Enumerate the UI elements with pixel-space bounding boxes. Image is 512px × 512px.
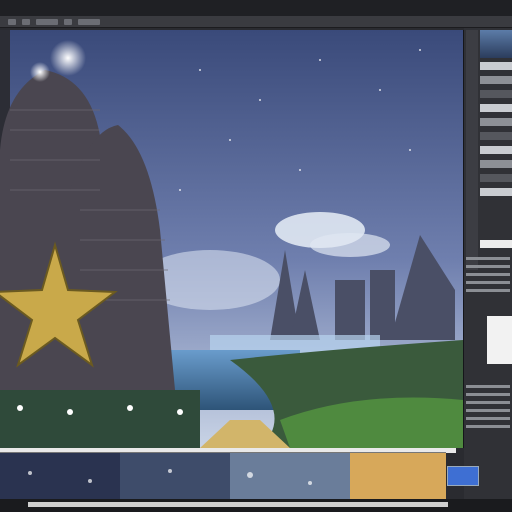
text-line — [466, 393, 510, 396]
apply-button[interactable] — [447, 466, 479, 486]
layer-list — [480, 62, 512, 242]
layer-row[interactable] — [480, 90, 512, 98]
layer-row[interactable] — [480, 104, 512, 112]
zoom-tool-icon[interactable] — [36, 18, 58, 25]
layers-icon[interactable] — [64, 18, 72, 25]
text-line — [466, 409, 510, 412]
properties-text-block — [466, 252, 510, 312]
status-bar — [0, 499, 512, 512]
image-canvas[interactable] — [0, 30, 464, 448]
text-line — [466, 265, 510, 268]
settings-icon[interactable] — [78, 18, 100, 25]
layer-row[interactable] — [480, 62, 512, 70]
text-line — [466, 385, 510, 388]
layer-row[interactable] — [480, 160, 512, 168]
text-line — [466, 417, 510, 420]
layer-row[interactable] — [480, 118, 512, 126]
filmstrip[interactable] — [0, 452, 446, 499]
fantasy-castle-artwork — [0, 30, 463, 448]
layer-row[interactable] — [480, 132, 512, 140]
panel-options — [466, 380, 510, 460]
text-line — [466, 273, 510, 276]
toolbar — [0, 16, 512, 28]
panel-divider — [480, 240, 512, 248]
menu-bar — [0, 0, 512, 16]
preview-box[interactable] — [487, 316, 512, 364]
panel-scroll-column[interactable] — [466, 30, 478, 270]
layer-row[interactable] — [480, 174, 512, 182]
text-line — [466, 257, 510, 260]
filmstrip-thumbnails — [0, 453, 446, 499]
text-line — [466, 425, 510, 428]
layer-row[interactable] — [480, 76, 512, 84]
navigator-thumbnail[interactable] — [480, 30, 512, 58]
layer-row[interactable] — [480, 188, 512, 196]
text-line — [466, 401, 510, 404]
text-line — [466, 281, 510, 284]
brush-tool-icon[interactable] — [22, 18, 30, 25]
horizontal-scrollbar[interactable] — [28, 502, 448, 507]
move-tool-icon[interactable] — [8, 18, 16, 25]
layer-row[interactable] — [480, 146, 512, 154]
text-line — [466, 289, 510, 292]
